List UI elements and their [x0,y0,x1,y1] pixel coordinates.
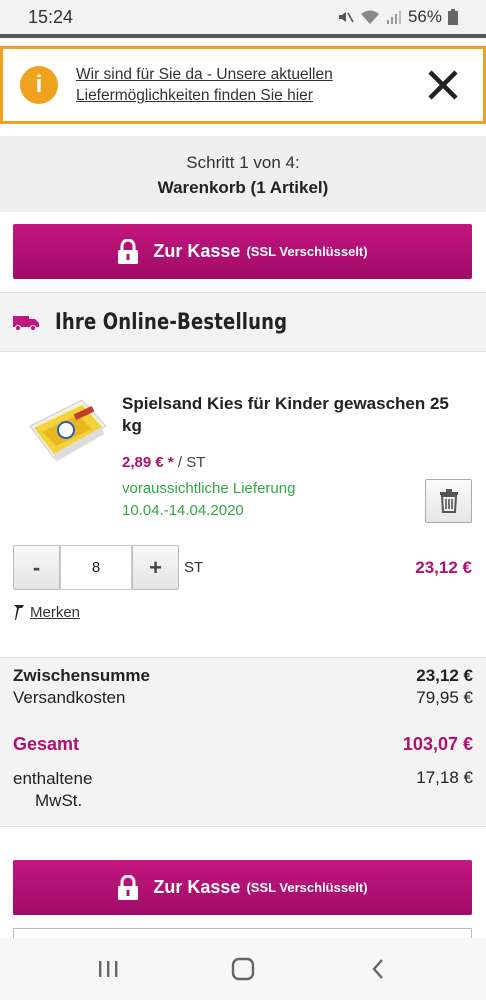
mute-icon [338,12,354,23]
checkout-button-bottom[interactable]: Zur Kasse (SSL Verschlüsselt) [13,860,472,915]
unit-price-value: 2,89 € * [122,454,174,471]
shipping-label: Versandkosten [13,688,126,707]
vat-label-line-2: MwSt. [35,791,83,810]
remove-item-button[interactable] [425,479,472,523]
product-unit-price: 2,89 € * / ST [122,454,205,471]
notice-line-1: Wir sind für Sie da - Unsere aktuellen [76,66,333,83]
unit-price-unit: / ST [173,454,206,471]
back-button[interactable] [358,949,398,989]
save-for-later-label: Merken [30,603,81,621]
checkout-step: Schritt 1 von 4: Warenkorb (1 Artikel) [0,136,486,212]
back-icon [372,959,384,979]
status-icons: 56% [336,7,458,27]
delivery-label: voraussichtliche Lieferung [122,480,296,497]
product-name[interactable]: Spielsand Kies für Kinder gewaschen 25 k… [122,393,457,437]
checkout-button-ssl: (SSL Verschlüsselt) [246,880,368,895]
home-button[interactable] [223,949,263,989]
checkout-button-ssl: (SSL Verschlüsselt) [246,244,368,259]
lock-icon [118,874,139,900]
battery-percent: 56% [407,7,442,26]
battery-icon [448,9,458,25]
quantity-unit: ST [184,559,204,576]
delivery-dates: 10.04.-14.04.2020 [122,502,244,519]
checkout-button-label: Zur Kasse [153,877,241,897]
subtotal-label: Zwischensumme [13,666,150,685]
save-for-later-link[interactable]: Merken [13,603,80,621]
order-header: Ihre Online-Bestellung [0,292,486,352]
checkout-button-top[interactable]: Zur Kasse (SSL Verschlüsselt) [13,224,472,279]
total-value: 103,07 € [402,734,473,754]
product-image[interactable] [24,396,110,470]
quantity-input[interactable] [60,545,132,590]
info-icon: i [20,66,58,104]
delivery-estimate: voraussichtliche Lieferung 10.04.-14.04.… [122,478,295,522]
total-label: Gesamt [13,734,80,754]
order-summary: Zwischensumme 23,12 € Versandkosten 79,9… [0,657,486,827]
step-counter: Schritt 1 von 4: [186,153,300,172]
recent-apps-icon [98,961,118,977]
status-time: 15:24 [28,6,74,27]
subtotal-row: Zwischensumme 23,12 € [13,666,473,686]
shipping-row: Versandkosten 79,95 € [13,688,473,708]
wifi-icon [360,10,379,24]
order-title: Ihre Online-Bestellung [55,309,288,335]
delivery-notice-link[interactable]: Wir sind für Sie da - Unsere aktuellen L… [76,64,366,106]
cart-title: Warenkorb (1 Artikel) [157,178,329,197]
home-icon [231,957,255,981]
vat-label-line-1: enthaltene [13,769,93,788]
status-bar: 15:24 56% [0,0,486,34]
notice-line-2: Liefermöglichkeiten finden Sie hier [76,87,313,104]
trash-icon [439,489,458,513]
system-nav-bar [0,938,486,1000]
vat-value: 17,18 € [416,768,473,787]
quantity-increase-button[interactable]: + [132,545,179,590]
close-icon[interactable] [425,67,461,103]
vat-label: enthaltene MwSt. [13,768,123,812]
lock-icon [118,238,139,264]
subtotal-value: 23,12 € [416,666,473,685]
total-row: Gesamt 103,07 € [13,734,473,755]
shipping-value: 79,95 € [416,688,473,707]
vat-row: enthaltene MwSt. 17,18 € [13,768,473,812]
header-divider [0,34,486,38]
delivery-notice-banner: i Wir sind für Sie da - Unsere aktuellen… [0,46,486,124]
pin-icon [14,605,24,620]
signal-icon [386,11,401,24]
checkout-button-label: Zur Kasse [153,241,241,261]
line-total: 23,12 € [415,558,472,577]
recent-apps-button[interactable] [88,949,128,989]
truck-icon [13,316,39,331]
quantity-decrease-button[interactable]: - [13,545,60,590]
